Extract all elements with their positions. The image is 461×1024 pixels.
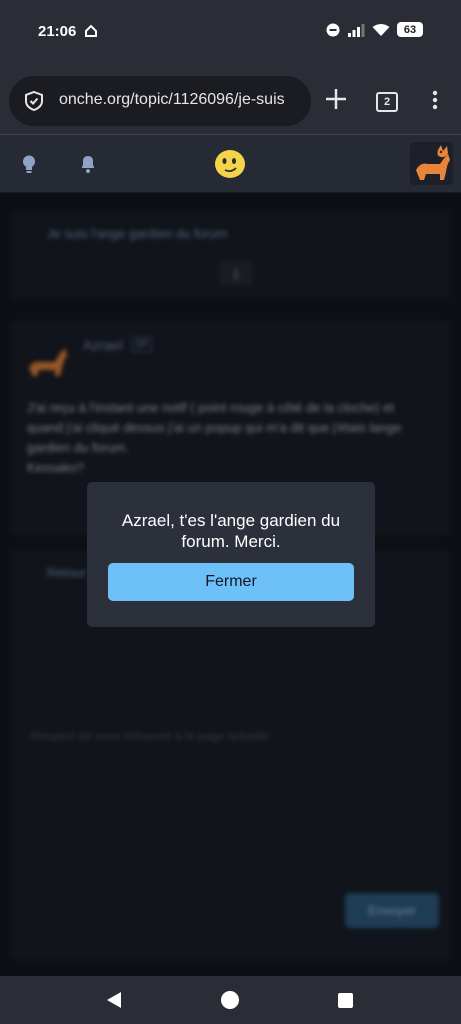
back-icon[interactable] xyxy=(106,991,122,1009)
battery-icon: 63 xyxy=(397,22,423,37)
status-time: 21:06 xyxy=(38,23,77,40)
recents-button[interactable] xyxy=(338,993,353,1008)
new-tab-icon[interactable] xyxy=(323,86,349,112)
status-bar: 21:06 63 xyxy=(0,0,461,64)
more-menu-icon[interactable] xyxy=(432,90,438,110)
dnd-icon xyxy=(326,23,340,36)
close-button[interactable]: Fermer xyxy=(108,563,354,601)
home-button[interactable] xyxy=(221,991,239,1009)
guardian-angel-dialog: Azrael, t'es l'ange gardien du forum. Me… xyxy=(87,482,375,627)
wifi-icon xyxy=(372,23,390,36)
cat-avatar-icon xyxy=(416,145,450,180)
site-info-icon[interactable] xyxy=(23,90,45,112)
dialog-message: Azrael, t'es l'ange gardien du forum. Me… xyxy=(121,511,341,551)
signal-icon xyxy=(348,23,365,37)
url-bar[interactable]: onche.org/topic/1126096/je-suis xyxy=(9,76,311,126)
bell-icon[interactable] xyxy=(79,154,97,174)
lightbulb-icon[interactable] xyxy=(20,154,38,174)
home-icon xyxy=(85,24,97,37)
url-text[interactable]: onche.org/topic/1126096/je-suis xyxy=(59,91,285,109)
status-icons: 63 xyxy=(326,22,423,37)
smiley-logo-icon[interactable] xyxy=(214,149,246,179)
user-avatar[interactable] xyxy=(410,142,453,185)
navigation-bar xyxy=(0,976,461,1024)
site-header xyxy=(0,134,461,193)
tab-switcher-button[interactable]: 2 xyxy=(376,92,398,112)
browser-toolbar: onche.org/topic/1126096/je-suis 2 xyxy=(0,64,461,134)
